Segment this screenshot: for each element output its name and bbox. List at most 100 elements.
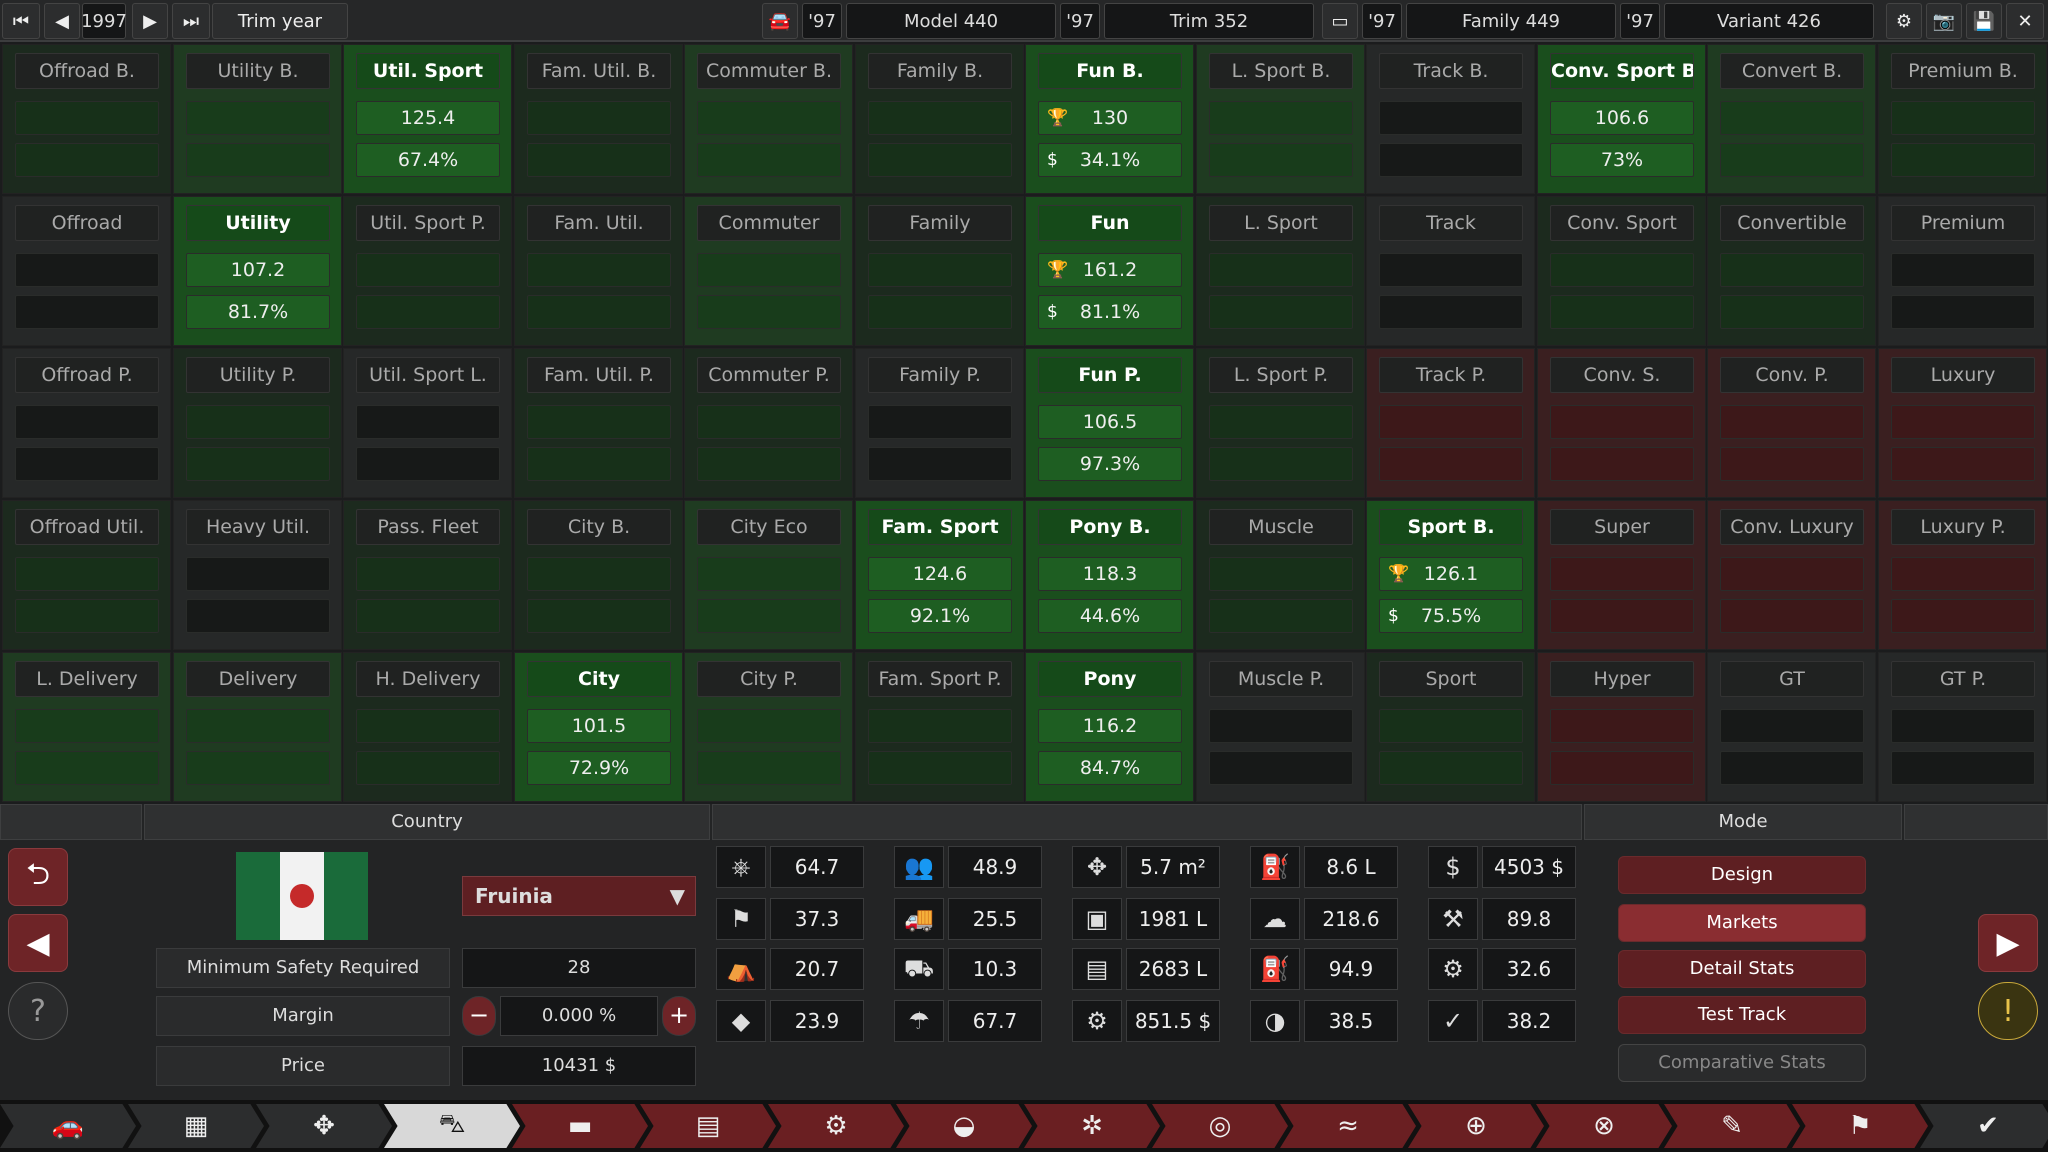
market-cell[interactable]: Conv. Sport (1537, 196, 1706, 346)
market-cell[interactable]: Conv. P. (1707, 348, 1876, 498)
settings-gear-icon[interactable]: ⚙ (1886, 3, 1922, 39)
market-cell[interactable]: Track B. (1366, 44, 1535, 194)
market-cell[interactable]: Commuter B. (684, 44, 853, 194)
market-cell[interactable]: Conv. Luxury (1707, 500, 1876, 650)
market-cell[interactable]: Utility P. (173, 348, 342, 498)
market-cell[interactable]: Fam. Sport 124.6 92.1% (855, 500, 1024, 650)
suspension-icon[interactable]: ✥ (256, 1104, 392, 1148)
interior-icon[interactable]: ⚙ (768, 1104, 904, 1148)
close-icon[interactable]: ✕ (2006, 3, 2044, 39)
market-cell[interactable]: Premium B. (1878, 44, 2047, 194)
trim-icon[interactable]: ▬ (512, 1104, 648, 1148)
brakes-icon[interactable]: ◒ (896, 1104, 1032, 1148)
warning-icon[interactable]: ! (1978, 982, 2038, 1040)
market-cell[interactable]: Offroad P. (2, 348, 171, 498)
market-cell[interactable]: L. Sport P. (1196, 348, 1365, 498)
market-cell[interactable]: L. Sport (1196, 196, 1365, 346)
market-cell[interactable]: Util. Sport L. (343, 348, 512, 498)
market-cell[interactable]: Commuter P. (684, 348, 853, 498)
market-cell[interactable]: Family (855, 196, 1024, 346)
next-page-button[interactable]: ▶ (1978, 914, 2038, 972)
market-cell[interactable]: Fun P. 106.5 97.3% (1025, 348, 1194, 498)
camera-icon[interactable]: 📷 (1926, 3, 1962, 39)
market-cell[interactable]: L. Delivery (2, 652, 171, 802)
next-year-button[interactable]: ▶ (132, 3, 168, 39)
market-cell[interactable]: Util. Sport 125.4 67.4% (343, 44, 512, 194)
market-cell[interactable]: GT P. (1878, 652, 2047, 802)
market-cell[interactable]: Super (1537, 500, 1706, 650)
market-cell[interactable]: Fam. Util. B. (514, 44, 683, 194)
market-cell[interactable]: City Eco (684, 500, 853, 650)
mode-button-comparative-stats[interactable]: Comparative Stats (1618, 1044, 1866, 1082)
market-cell[interactable]: Conv. Sport B. 106.6 73% (1537, 44, 1706, 194)
prev-year-button[interactable]: ◀ (44, 3, 80, 39)
back-to-design-button[interactable]: ⮌ (8, 848, 68, 906)
market-cell[interactable]: Fun B. 130 🏆 34.1% $ (1025, 44, 1194, 194)
confirm-check-icon[interactable]: ✔ (1920, 1104, 2048, 1148)
margin-value[interactable]: 0.000 % (500, 996, 658, 1036)
market-cell[interactable]: Fam. Util. P. (514, 348, 683, 498)
market-cell[interactable]: H. Delivery (343, 652, 512, 802)
wheels-icon[interactable]: ✲ (1024, 1104, 1160, 1148)
market-cell[interactable]: Pass. Fleet (343, 500, 512, 650)
market-cell[interactable]: Offroad B. (2, 44, 171, 194)
car-body-icon[interactable]: 🚗 (0, 1104, 136, 1148)
tyres-icon[interactable]: ◎ (1152, 1104, 1288, 1148)
market-cell[interactable]: GT (1707, 652, 1876, 802)
market-cell[interactable]: Pony 116.2 84.7% (1025, 652, 1194, 802)
market-cell[interactable]: Utility B. (173, 44, 342, 194)
market-cell[interactable]: Sport (1366, 652, 1535, 802)
save-icon[interactable]: 💾 (1966, 3, 2002, 39)
margin-decrease-button[interactable]: − (462, 996, 496, 1036)
market-cell[interactable]: Family B. (855, 44, 1024, 194)
trim-selector[interactable]: Trim 352 (1104, 3, 1314, 39)
market-cell[interactable]: City B. (514, 500, 683, 650)
market-cell[interactable]: Muscle (1196, 500, 1365, 650)
first-year-button[interactable]: ⏮ (2, 3, 40, 39)
last-year-button[interactable]: ⏭ (172, 3, 210, 39)
chassis-icon[interactable]: ▦ (128, 1104, 264, 1148)
margin-increase-button[interactable]: + (662, 996, 696, 1036)
market-cell[interactable]: Heavy Util. (173, 500, 342, 650)
model-icon[interactable]: 🚘 (762, 3, 798, 39)
prev-page-button[interactable]: ◀ (8, 914, 68, 972)
testing-flag-icon[interactable]: ⚑ (1792, 1104, 1928, 1148)
market-cell[interactable]: Luxury P. (1878, 500, 2047, 650)
family-selector[interactable]: Family 449 (1406, 3, 1616, 39)
market-cell[interactable]: City 101.5 72.9% (514, 652, 683, 802)
market-cell[interactable]: Track P. (1366, 348, 1535, 498)
market-cell[interactable]: Fam. Sport P. (855, 652, 1024, 802)
safety-icon[interactable]: ✎ (1664, 1104, 1800, 1148)
fixtures-icon[interactable]: ▤ (640, 1104, 776, 1148)
market-cell[interactable]: Track (1366, 196, 1535, 346)
market-cell[interactable]: Fam. Util. (514, 196, 683, 346)
market-cell[interactable]: Commuter (684, 196, 853, 346)
mode-button-test-track[interactable]: Test Track (1618, 996, 1866, 1034)
market-cell[interactable]: Conv. S. (1537, 348, 1706, 498)
variant-selector[interactable]: Variant 426 (1664, 3, 1874, 39)
mode-button-markets[interactable]: Markets (1618, 904, 1866, 942)
market-cell[interactable]: Pony B. 118.3 44.6% (1025, 500, 1194, 650)
market-cell[interactable]: Fun 161.2 🏆 81.1% $ (1025, 196, 1194, 346)
market-cell[interactable]: Luxury (1878, 348, 2047, 498)
country-select[interactable]: Fruinia ▼ (462, 876, 696, 916)
market-cell[interactable]: Family P. (855, 348, 1024, 498)
model-selector[interactable]: Model 440 (846, 3, 1056, 39)
market-cell[interactable]: Muscle P. (1196, 652, 1365, 802)
mode-button-detail-stats[interactable]: Detail Stats (1618, 950, 1866, 988)
market-cell[interactable]: Hyper (1537, 652, 1706, 802)
market-cell[interactable]: Delivery (173, 652, 342, 802)
market-cell[interactable]: City P. (684, 652, 853, 802)
trim-year-button[interactable]: Trim year (212, 3, 348, 39)
mode-button-design[interactable]: Design (1618, 856, 1866, 894)
aero-icon[interactable]: ≈ (1280, 1104, 1416, 1148)
market-cell[interactable]: Offroad Util. (2, 500, 171, 650)
market-cell[interactable]: Premium (1878, 196, 2047, 346)
market-cell[interactable]: Util. Sport P. (343, 196, 512, 346)
market-cell[interactable]: Sport B. 126.1 🏆 75.5% $ (1366, 500, 1535, 650)
market-cell[interactable]: Utility 107.2 81.7% (173, 196, 342, 346)
market-cell[interactable]: Convertible (1707, 196, 1876, 346)
market-cell[interactable]: L. Sport B. (1196, 44, 1365, 194)
engine-family-icon[interactable]: ▭ (1322, 3, 1358, 39)
market-cell[interactable]: Offroad (2, 196, 171, 346)
